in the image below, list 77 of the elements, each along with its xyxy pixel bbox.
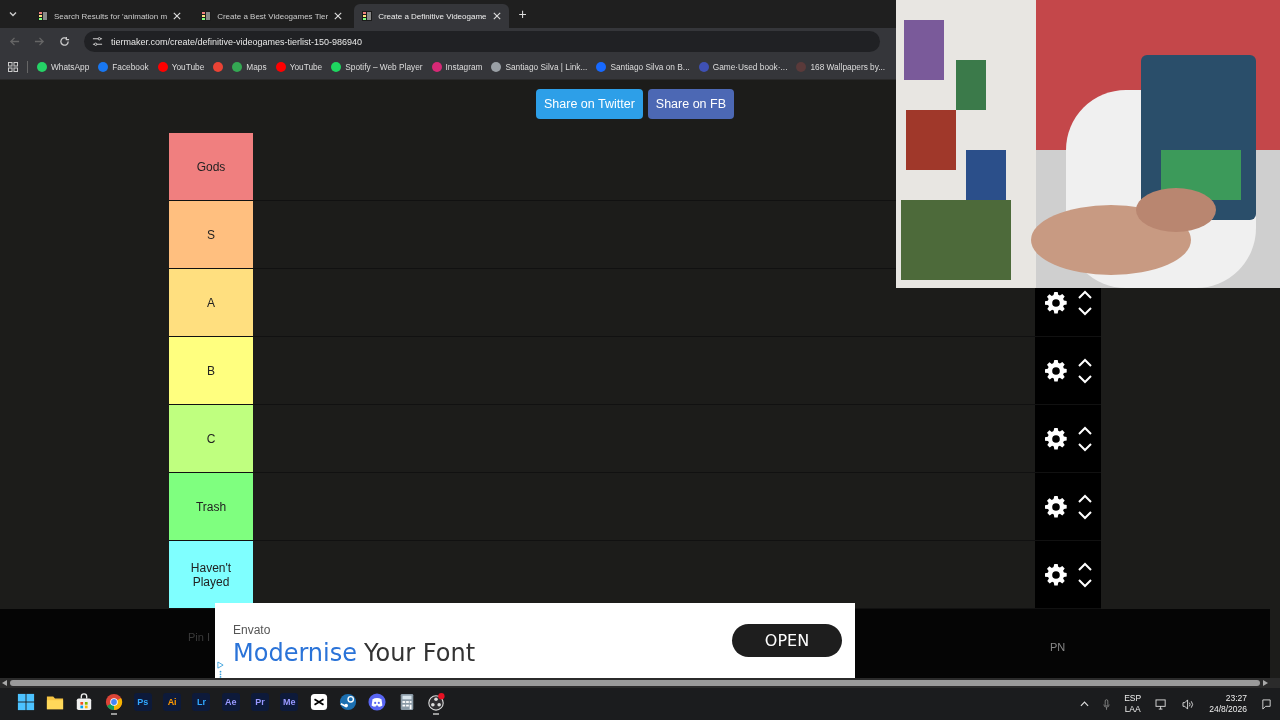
settings-icon[interactable]	[1044, 562, 1068, 587]
bookmark-item[interactable]: Maps	[232, 62, 267, 72]
site-settings-icon[interactable]	[92, 36, 103, 47]
chevron-down-icon[interactable]	[1078, 442, 1092, 452]
new-tab-button[interactable]: +	[518, 6, 527, 22]
app-icon[interactable]: Pr	[251, 693, 269, 711]
bookmark-item[interactable]: Spotify – Web Player	[331, 62, 423, 72]
app-icon[interactable]: Me	[280, 693, 299, 711]
reload-icon[interactable]	[59, 36, 70, 47]
tier-label: S	[169, 201, 253, 268]
tiermaker-favicon-icon	[362, 11, 373, 21]
scroll-right-icon[interactable]	[1262, 680, 1268, 686]
browser-tab[interactable]: Search Results for 'animation m	[30, 4, 190, 28]
start-icon[interactable]	[16, 693, 35, 711]
obs-icon[interactable]	[426, 693, 445, 711]
close-icon[interactable]	[173, 12, 182, 20]
app-icon[interactable]: Ps	[133, 693, 152, 711]
scrollbar-thumb[interactable]	[10, 680, 1260, 686]
discord-icon[interactable]	[368, 693, 387, 711]
tab-title: Search Results for 'animation m	[54, 11, 168, 21]
bookmark-item[interactable]: YouTube	[157, 62, 205, 72]
shopping-bag-icon[interactable]	[75, 693, 94, 711]
settings-icon[interactable]	[1044, 358, 1068, 383]
language-indicator[interactable]: ESP LAA	[1124, 693, 1142, 715]
chevron-down-icon[interactable]	[1078, 374, 1092, 384]
tab-list-icon[interactable]	[8, 9, 18, 19]
tiermaker-favicon-icon	[201, 11, 212, 21]
capcut-icon[interactable]	[309, 693, 328, 711]
tiermaker-favicon-icon	[38, 11, 48, 21]
app-icon[interactable]: Ai	[163, 693, 182, 711]
app-icon[interactable]: Ae	[221, 693, 240, 711]
bookmark-item[interactable]: YouTube	[275, 62, 323, 72]
ad-headline-highlight: Modernise	[233, 639, 357, 667]
network-icon[interactable]	[1155, 698, 1169, 710]
settings-icon[interactable]	[1044, 426, 1068, 451]
bookmark-item[interactable]: 168 Wallpapers by...	[796, 62, 886, 72]
tier-label: A	[169, 269, 253, 336]
tier-label: Gods	[169, 133, 253, 200]
url-text: tiermaker.com/create/definitive-videogames-tierlist-150-986940	[111, 36, 363, 47]
chrome-icon[interactable]	[104, 693, 123, 711]
ad-headline: Your Font	[364, 639, 476, 667]
close-icon[interactable]	[492, 12, 501, 20]
tab-title: Create a Best Videogames Tier	[217, 11, 329, 21]
browser-tab[interactable]: Create a Definitive Videogame	[354, 4, 509, 28]
tier-label: Trash	[169, 473, 253, 540]
bookmark-item[interactable]: Santiago Silva | Link...	[491, 62, 588, 72]
bookmark-item[interactable]: Instagram	[431, 62, 483, 72]
settings-icon[interactable]	[1044, 290, 1068, 315]
clock[interactable]: 23:27 24/8/2026	[1209, 693, 1247, 715]
bookmark-item[interactable]	[213, 62, 224, 72]
speaker-icon[interactable]	[1182, 698, 1196, 710]
app-icon[interactable]: Lr	[192, 693, 211, 711]
tier-label: Haven't Played	[169, 541, 253, 608]
scroll-left-icon[interactable]	[2, 680, 8, 686]
tab-title: Create a Definitive Videogame	[378, 11, 487, 21]
share-button[interactable]: Share on FB	[647, 89, 734, 119]
tier-label: B	[169, 337, 253, 404]
apps-grid-icon[interactable]	[8, 62, 18, 72]
bookmark-item[interactable]: Facebook	[98, 62, 149, 72]
bookmark-item[interactable]: WhatsApp	[37, 62, 90, 72]
tier-label: C	[169, 405, 253, 472]
chevron-up-icon[interactable]	[1080, 701, 1090, 707]
close-icon[interactable]	[334, 12, 343, 20]
bookmark-item[interactable]: Game·Used book·...	[698, 62, 788, 72]
browser-tab[interactable]: Create a Best Videogames Tier	[193, 4, 351, 28]
chevron-down-icon[interactable]	[1078, 578, 1092, 588]
advertiser-name: Envato	[233, 623, 272, 637]
bookmark-item[interactable]: Santiago Silva on B...	[596, 62, 690, 72]
chevron-down-icon[interactable]	[1078, 306, 1092, 316]
microphone-icon[interactable]	[1103, 698, 1111, 710]
open-button[interactable]: OPEN	[732, 624, 842, 657]
address-bar[interactable]: tiermaker.com/create/definitive-videogames-tierlist-150-986940	[84, 31, 880, 52]
steam-icon[interactable]	[338, 693, 357, 711]
settings-icon[interactable]	[1044, 494, 1068, 519]
faded-text: PN	[1050, 641, 1066, 653]
chevron-down-icon[interactable]	[1078, 510, 1092, 520]
notification-icon[interactable]	[1261, 698, 1272, 710]
